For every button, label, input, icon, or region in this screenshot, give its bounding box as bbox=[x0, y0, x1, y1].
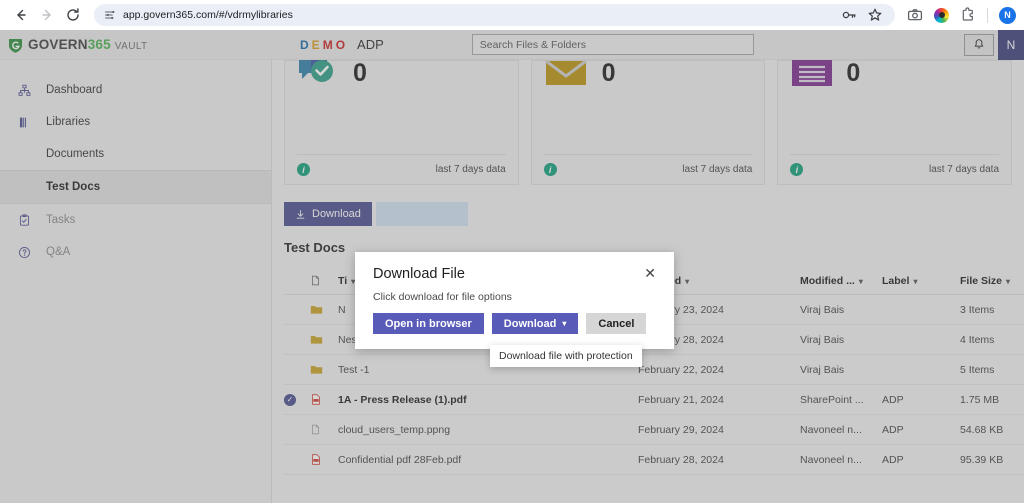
app-shell: GOVERN365 VAULT D E M O ADP Search Files… bbox=[0, 29, 1024, 503]
site-settings-icon[interactable] bbox=[104, 9, 116, 21]
dialog-actions: Open in browser Download ▾ Cancel bbox=[373, 313, 656, 334]
download-split-button[interactable]: Download ▾ bbox=[491, 313, 579, 334]
dialog-title: Download File bbox=[373, 266, 465, 282]
color-wheel-extension-icon[interactable] bbox=[934, 7, 949, 23]
chevron-down-icon[interactable]: ▾ bbox=[562, 319, 566, 328]
browser-toolbar: app.govern365.com/#/vdrmylibraries N bbox=[0, 0, 1024, 30]
browser-extension-icons: N bbox=[901, 6, 1016, 24]
download-options-menu: Download file with protection bbox=[490, 345, 642, 367]
dialog-subtitle: Click download for file options bbox=[373, 291, 512, 303]
extensions-puzzle-icon[interactable] bbox=[960, 7, 976, 23]
forward-arrow-icon[interactable] bbox=[34, 2, 60, 28]
cancel-button[interactable]: Cancel bbox=[586, 313, 647, 334]
reload-icon[interactable] bbox=[60, 2, 86, 28]
url-text: app.govern365.com/#/vdrmylibraries bbox=[123, 9, 293, 21]
back-arrow-icon[interactable] bbox=[8, 2, 34, 28]
download-split-label: Download bbox=[503, 317, 557, 330]
profile-avatar[interactable]: N bbox=[999, 6, 1016, 24]
address-bar[interactable]: app.govern365.com/#/vdrmylibraries bbox=[94, 4, 895, 26]
camera-icon[interactable] bbox=[907, 7, 923, 23]
star-icon[interactable] bbox=[867, 7, 883, 23]
download-file-dialog: Download File ✕ Click download for file … bbox=[355, 252, 674, 349]
password-key-icon[interactable] bbox=[841, 7, 857, 23]
menu-item-download-with-protection[interactable]: Download file with protection bbox=[499, 350, 633, 362]
toolbar-divider bbox=[987, 7, 988, 23]
dialog-header: Download File ✕ bbox=[373, 266, 656, 282]
open-in-browser-button[interactable]: Open in browser bbox=[373, 313, 484, 334]
close-x-icon[interactable]: ✕ bbox=[644, 266, 656, 280]
